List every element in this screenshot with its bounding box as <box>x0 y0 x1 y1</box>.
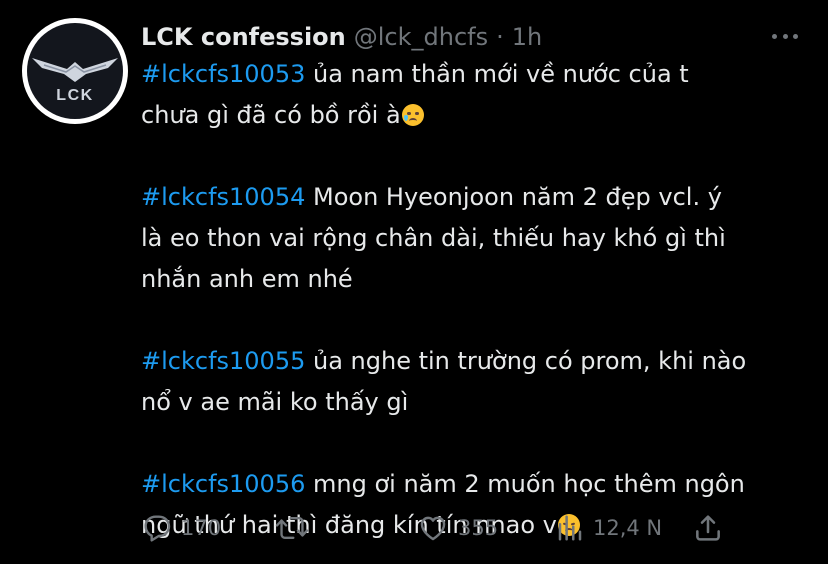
confession-paragraph: #lckcfs10054 Moon Hyeonjoon năm 2 đẹp vc… <box>141 177 806 300</box>
tweet: LCK LCK confession @lck_dhcfs · 1h #lckc… <box>0 0 828 564</box>
views-button[interactable]: 12,4 N <box>555 508 662 548</box>
retweet-button[interactable] <box>275 508 317 548</box>
reply-count: 170 <box>181 516 222 540</box>
header-separator: · <box>496 23 504 51</box>
paragraph-line: là eo thon vai rộng chân dài, thiếu hay … <box>141 224 726 252</box>
view-count: 12,4 N <box>593 516 663 540</box>
share-button[interactable] <box>692 508 724 548</box>
paragraph-line: chưa gì đã có bồ rồi à <box>141 101 401 129</box>
more-icon[interactable] <box>772 28 798 44</box>
paragraph-line: ủa nam thần mới về nước của t <box>305 60 689 88</box>
views-icon <box>558 515 582 541</box>
author-display-name[interactable]: LCK confession <box>141 23 346 51</box>
hashtag-link[interactable]: #lckcfs10055 <box>141 347 305 375</box>
reply-button[interactable]: 170 <box>141 508 221 548</box>
paragraph-line: Moon Hyeonjoon năm 2 đẹp vcl. ý <box>305 183 722 211</box>
retweet-icon <box>275 517 309 539</box>
paragraph-line: ủa nghe tin trường có prom, khi nào <box>305 347 747 375</box>
like-icon <box>420 516 446 541</box>
avatar-logo-text: LCK <box>56 87 93 104</box>
tweet-text: #lckcfs10053 ủa nam thần mới về nước của… <box>141 54 806 546</box>
crying-face-emoji-icon <box>401 104 424 126</box>
confession-paragraph: #lckcfs10055 ủa nghe tin trường có prom,… <box>141 341 806 423</box>
author-handle[interactable]: @lck_dhcfs <box>354 23 488 51</box>
paragraph-line: mng ơi năm 2 muốn học thêm ngôn <box>305 470 745 498</box>
hashtag-link[interactable]: #lckcfs10054 <box>141 183 305 211</box>
like-count: 355 <box>458 516 499 540</box>
tweet-timestamp[interactable]: 1h <box>512 23 542 51</box>
hashtag-link[interactable]: #lckcfs10056 <box>141 470 305 498</box>
confession-paragraph: #lckcfs10053 ủa nam thần mới về nước của… <box>141 54 806 136</box>
paragraph-line: nhắn anh em nhé <box>141 265 353 293</box>
paragraph-line: nổ v ae mãi ko thấy gì <box>141 388 409 416</box>
hashtag-link[interactable]: #lckcfs10053 <box>141 60 305 88</box>
lck-logo-icon: LCK <box>27 23 123 119</box>
tweet-actions: 170 355 12,4 N <box>141 508 731 548</box>
like-button[interactable]: 355 <box>416 508 498 548</box>
tweet-header: LCK confession @lck_dhcfs · 1h <box>141 20 542 54</box>
avatar[interactable]: LCK <box>22 18 128 124</box>
share-icon <box>696 515 720 541</box>
reply-icon <box>144 515 171 542</box>
